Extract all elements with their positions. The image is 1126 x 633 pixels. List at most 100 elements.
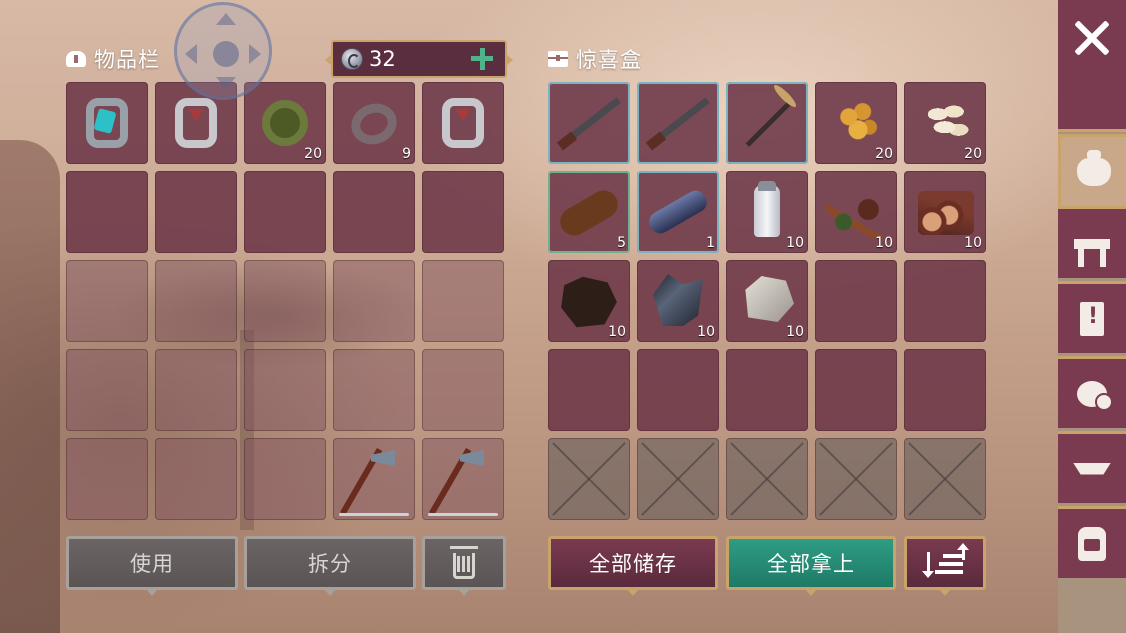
inventory-slot[interactable] [333,438,415,520]
box-slot[interactable]: 10 [637,260,719,342]
sack-icon [1076,149,1111,186]
item-count: 10 [608,324,626,340]
arrow-left-icon [185,44,197,64]
coin-bags-icon [1077,380,1113,411]
box-slot[interactable] [726,82,808,164]
background-rock [0,140,60,633]
box-slot[interactable] [815,349,897,431]
iron-ring-icon [345,97,403,151]
bag-icon [66,51,86,67]
inventory-slot[interactable] [422,349,504,431]
box-slot[interactable]: 20 [815,82,897,164]
backpack-icon [1078,526,1106,561]
inventory-slot[interactable] [66,438,148,520]
use-button-label: 使用 [130,552,174,576]
inventory-title-label: 物品栏 [94,48,160,72]
inventory-slot[interactable] [155,349,237,431]
grain-seeds-icon [835,96,881,148]
box-slot[interactable] [904,260,986,342]
box-slot[interactable]: 10 [904,171,986,253]
inventory-slot[interactable] [333,260,415,342]
dark-crystal-icon [653,274,703,326]
inventory-slot[interactable] [66,171,148,253]
item-count: 5 [617,235,626,251]
take-all-button[interactable]: 全部拿上 [726,536,896,596]
inventory-slot[interactable] [66,260,148,342]
salt-shaker-icon [754,181,780,237]
trash-icon [450,546,478,579]
close-icon [1074,20,1110,56]
inventory-slot[interactable]: 9 [333,82,415,164]
right-sidebar [1058,0,1126,633]
tab-inventory[interactable] [1058,134,1126,206]
inventory-slot[interactable] [422,438,504,520]
inventory-slot[interactable]: 20 [244,82,326,164]
add-currency-button[interactable] [469,46,495,72]
box-slot[interactable]: 5 [548,171,630,253]
inventory-grid: 20 9 [66,82,504,520]
durability-bar [428,513,498,516]
inventory-slot[interactable] [155,438,237,520]
currency-value: 32 [369,47,396,71]
stone-icon [745,276,794,322]
logs-icon [918,191,974,235]
red-gem-ring-icon [175,98,217,148]
inventory-slot[interactable] [244,438,326,520]
inventory-slot[interactable] [66,82,148,164]
arrow-right-icon [249,44,261,64]
item-count: 9 [402,146,411,162]
box-slot[interactable] [726,349,808,431]
box-slot[interactable] [815,260,897,342]
box-slot[interactable]: 10 [548,260,630,342]
box-slot[interactable] [637,82,719,164]
box-slot[interactable]: 10 [726,171,808,253]
inventory-slot[interactable] [422,260,504,342]
split-button[interactable]: 拆分 [244,536,416,596]
surprise-box-grid: 20 20 5 1 10 10 10 10 10 10 [548,82,986,520]
surprise-box-title-label: 惊喜盒 [576,48,642,72]
box-slot[interactable] [904,349,986,431]
box-slot[interactable] [548,82,630,164]
tab-workbench[interactable] [1058,206,1126,278]
tab-forge[interactable] [1058,431,1126,503]
locked-slot [815,438,897,520]
inventory-slot[interactable] [155,260,237,342]
pickaxe-rifle-icon [745,98,795,147]
use-button[interactable]: 使用 [66,536,238,596]
box-slot[interactable] [637,349,719,431]
take-all-label: 全部拿上 [767,552,855,576]
arrow-up-icon [216,13,236,25]
inventory-slot[interactable] [422,171,504,253]
item-count: 1 [706,235,715,251]
item-count: 20 [875,146,893,162]
tab-trade[interactable] [1058,356,1126,428]
inventory-slot[interactable] [333,171,415,253]
sort-button[interactable] [904,536,986,596]
inventory-slot[interactable] [333,349,415,431]
close-button[interactable] [1058,0,1126,132]
box-slot[interactable]: 10 [815,171,897,253]
inventory-slot[interactable] [244,349,326,431]
inventory-slot[interactable] [244,260,326,342]
box-slot[interactable]: 10 [726,260,808,342]
virtual-joystick[interactable] [174,2,272,100]
inventory-slot[interactable] [244,171,326,253]
inventory-slot[interactable] [422,82,504,164]
durability-bar [339,513,409,516]
store-all-button[interactable]: 全部储存 [548,536,718,596]
white-seeds-icon [924,96,970,148]
anvil-icon [1073,462,1111,475]
box-slot[interactable] [548,349,630,431]
sort-icon [922,543,969,578]
locked-slot [726,438,808,520]
inventory-slot[interactable] [155,171,237,253]
box-slot[interactable]: 20 [904,82,986,164]
box-slot[interactable]: 1 [637,171,719,253]
arrow-down-icon [216,77,236,89]
leather-roll-icon [555,185,623,241]
delete-button[interactable] [422,536,506,596]
tab-backpack[interactable] [1058,506,1126,578]
green-ring-icon [262,100,308,146]
inventory-slot[interactable] [66,349,148,431]
tab-quests[interactable] [1058,281,1126,353]
